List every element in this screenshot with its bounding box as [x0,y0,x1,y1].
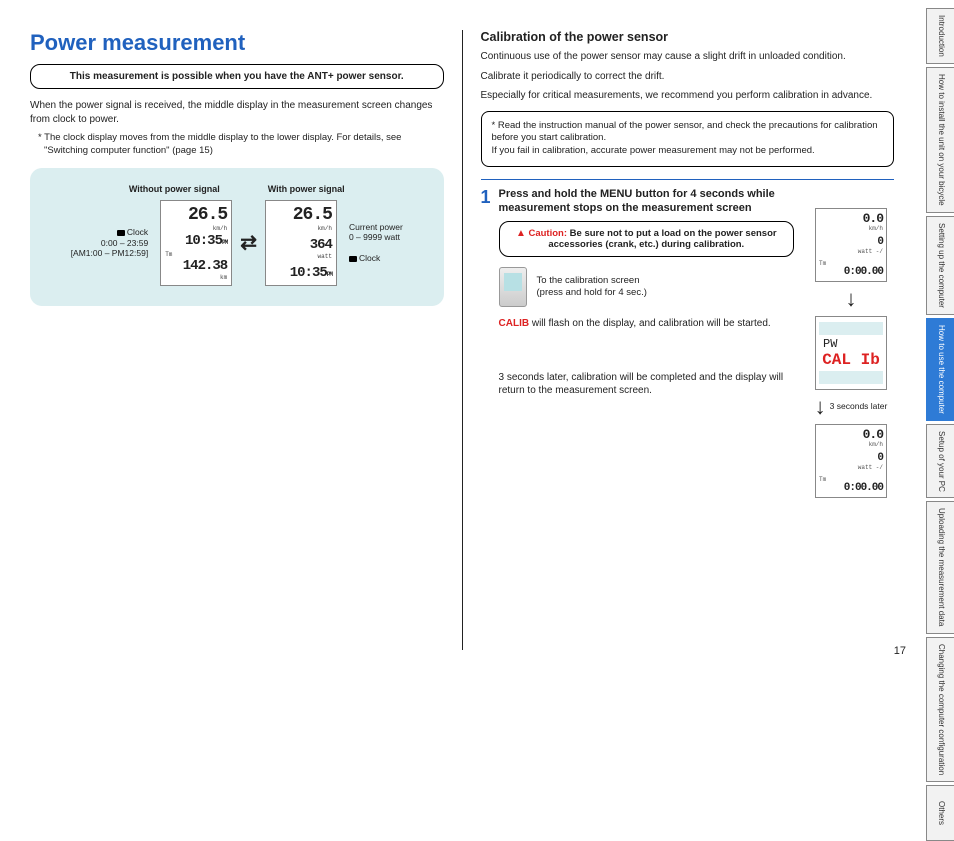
compare-header-left: Without power signal [129,184,220,194]
display-compare-panel: Without power signal With power signal C… [30,168,444,306]
footnote: * The clock display moves from the middl… [38,132,444,158]
tab-upload[interactable]: Uploading the measurement data [926,501,954,633]
calib-return-text: 3 seconds later, calibration will be com… [499,371,794,398]
tab-change-config[interactable]: Changing the computer configuration [926,637,954,782]
step-number: 1 [481,188,491,404]
down-arrow-icon: ↓ [815,396,826,418]
caution-box: ▲ Caution: Be sure not to put a load on … [499,221,794,257]
calibration-heading: Calibration of the power sensor [481,30,895,44]
page-number: 17 [894,645,906,657]
warning-icon: ▲ [516,228,526,239]
seq-timing-label: 3 seconds later [830,402,888,411]
lcd-with-signal: 26.5km/h 364watt 10:35PM [265,200,337,286]
compare-arrow-icon: ⇄ [240,230,257,255]
calib-p1: Continuous use of the power sensor may c… [481,50,895,64]
section-title: Power measurement [30,30,444,56]
lcd-seq-1: 0.0km/h 0watt -/ Tm0:00.00 [815,208,887,282]
calib-sequence: 0.0km/h 0watt -/ Tm0:00.00 ↓ PW CAL Ib ↓… [796,208,906,498]
calib-p3: Especially for critical measurements, we… [481,89,895,103]
lcd-without-signal: 26.5km/h 10:35PM Tm142.38km [160,200,232,286]
compare-header-right: With power signal [268,184,345,194]
right-column: Calibration of the power sensor Continuo… [462,30,901,650]
device-icon [499,267,527,307]
lcd-seq-2: PW CAL Ib [815,316,887,390]
tab-introduction[interactable]: Introduction [926,8,954,64]
calib-flash-text: CALIB will flash on the display, and cal… [499,317,794,331]
lcd-seq-3: 0.0km/h 0watt -/ Tm0:00.00 [815,424,887,498]
step-title: Press and hold the MENU button for 4 sec… [499,188,794,216]
clock-icon [349,256,357,262]
calib-p2: Calibrate it periodically to correct the… [481,70,895,84]
tab-setup-pc[interactable]: Setup of your PC [926,424,954,499]
tab-install[interactable]: How to install the unit on your bicycle [926,67,954,213]
tab-others[interactable]: Others [926,785,954,841]
section-tabs: Introduction How to install the unit on … [926,8,954,841]
intro-paragraph: When the power signal is received, the m… [30,99,444,126]
calib-info-box: * Read the instruction manual of the pow… [481,111,895,167]
menu-button-instruction: To the calibration screen (press and hol… [499,267,794,307]
clock-annotation: Clock 0:00 – 23:59 [AM1:00 – PM12:59] [71,227,153,258]
tab-setup-computer[interactable]: Setting up the computer [926,216,954,315]
power-annotation: Current power 0 – 9999 watt Clock [345,222,403,263]
left-column: Power measurement This measurement is po… [30,30,462,650]
ant-notice: This measurement is possible when you ha… [30,64,444,89]
tab-how-to-use[interactable]: How to use the computer [926,318,954,421]
down-arrow-icon: ↓ [846,288,857,310]
clock-icon [117,230,125,236]
